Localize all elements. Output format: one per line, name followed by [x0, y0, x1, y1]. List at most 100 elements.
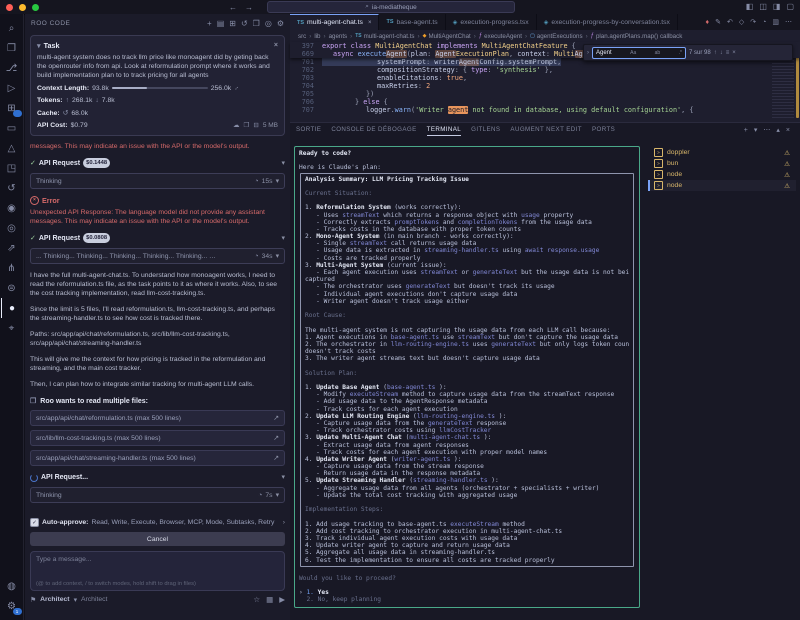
maximize-panel-icon[interactable]: ▴	[776, 126, 780, 134]
terminal-list-item-doppler[interactable]: >doppler⚠	[648, 147, 796, 158]
close-task-icon[interactable]: ×	[274, 41, 278, 50]
more-actions-icon[interactable]: ⋯	[785, 18, 792, 26]
code-line-707[interactable]: 707logger.warn('Writer agent not found i…	[290, 106, 800, 114]
api-request-row[interactable]: ✓ API Request $0.1448 ▾	[30, 158, 285, 168]
regex-icon[interactable]: .*	[679, 50, 682, 56]
panel-tab-ports[interactable]: PORTS	[592, 126, 615, 136]
docker-icon[interactable]: ◳	[2, 158, 22, 178]
panel-tab-console-de-débogage[interactable]: CONSOLE DE DÉBOGAGE	[331, 126, 416, 136]
more-icon[interactable]: ⋯	[763, 126, 770, 134]
chevron-right-icon[interactable]: ›	[283, 519, 285, 526]
roo-code-icon[interactable]: ●	[1, 298, 22, 318]
code-line-705[interactable]: 705})	[290, 90, 800, 98]
new-task-icon[interactable]: +	[207, 19, 212, 28]
roo-pin-icon[interactable]: ♦	[706, 19, 710, 26]
panel-tab-augment-next-edit[interactable]: AUGMENT NEXT EDIT	[510, 126, 582, 136]
tab-multi-agent-chat.ts[interactable]: TSmulti-agent-chat.ts×	[290, 14, 379, 30]
chevron-down-icon[interactable]: ▾	[276, 177, 279, 186]
api-request-pending-row[interactable]: API Request... ▾	[30, 473, 285, 482]
source-control-icon[interactable]: ⎇	[2, 58, 22, 78]
close-find-icon[interactable]: ×	[732, 50, 736, 56]
remote-explorer-icon[interactable]: ▭	[2, 118, 22, 138]
expand-icon[interactable]: ↔	[232, 83, 243, 94]
compare-changes-icon[interactable]: ◇	[739, 18, 744, 26]
chevron-down-icon[interactable]: ▾	[281, 234, 285, 243]
find-in-selection-icon[interactable]: ≡	[726, 50, 730, 56]
auto-approve-row[interactable]: ✓ Auto-approve: Read, Write, Execute, Br…	[30, 518, 285, 527]
toggle-secondary-sidebar-icon[interactable]: ◨	[773, 2, 781, 11]
terminal-list-item-bun[interactable]: >bun⚠	[648, 158, 796, 169]
settings-icon[interactable]: ⚙	[277, 19, 284, 28]
match-case-icon[interactable]: Aa	[630, 50, 636, 56]
panel-tab-sortie[interactable]: SORTIE	[296, 126, 321, 136]
scan-icon[interactable]: ⌖	[2, 318, 22, 338]
hierarchy-icon[interactable]: ⋔	[2, 258, 22, 278]
tab-base-agent.ts[interactable]: TSbase-agent.ts	[379, 14, 445, 30]
customize-layout-icon[interactable]: ▢	[786, 2, 794, 11]
breadcrumb-item[interactable]: lib	[314, 33, 320, 40]
code-line-702[interactable]: 702compositionStrategy: { type: 'synthes…	[290, 66, 800, 74]
file-read-row[interactable]: src/lib/llm-cost-tracking.ts (max 500 li…	[30, 430, 285, 446]
code-line-704[interactable]: 704maxRetries: 2	[290, 82, 800, 90]
open-file-icon[interactable]: ↗	[273, 414, 279, 423]
terminal-list-item-node[interactable]: >node⚠	[648, 180, 796, 191]
history-icon[interactable]: ↺	[241, 19, 248, 28]
toggle-primary-sidebar-icon[interactable]: ◧	[746, 2, 754, 11]
nav-back-icon[interactable]: ↶	[727, 18, 733, 26]
breadcrumb-item[interactable]: ƒplan.agentPlans.map() callback	[591, 33, 683, 40]
database-icon[interactable]: ⊜	[2, 278, 22, 298]
search-icon[interactable]: ⌕	[2, 18, 22, 38]
edit-icon[interactable]: ✎	[715, 18, 721, 26]
copy-icon[interactable]: ❐	[244, 121, 250, 130]
gitlens-icon[interactable]: ◎	[2, 218, 22, 238]
nav-forward-icon[interactable]: →	[245, 3, 253, 12]
breadcrumb-item[interactable]: ƒexecuteAgent	[479, 33, 522, 40]
command-center-search[interactable]: ⌕ ia-mediatheque	[267, 1, 515, 13]
terminal-list-item-node[interactable]: >node⚠	[648, 169, 796, 180]
file-read-row[interactable]: src/app/api/chat/reformulation.ts (max 5…	[30, 410, 285, 426]
open-in-editor-icon[interactable]: ❐	[253, 19, 260, 28]
testing-icon[interactable]: △	[2, 138, 22, 158]
message-input[interactable]: Type a message... (@ to add context, / t…	[30, 551, 285, 591]
breadcrumb-item[interactable]: ◆MultiAgentChat	[423, 33, 471, 40]
task-header[interactable]: ▾ Task ×	[37, 41, 278, 50]
share-icon[interactable]: ⇗	[2, 238, 22, 258]
minimize-window-icon[interactable]	[19, 4, 26, 11]
breadcrumb-item[interactable]: TSmulti-agent-chat.ts	[355, 33, 414, 40]
whole-word-icon[interactable]: ab	[655, 50, 661, 56]
explorer-icon[interactable]: ❐	[2, 38, 22, 58]
send-icon[interactable]: ▶	[279, 595, 285, 604]
panel-tab-terminal[interactable]: TERMINAL	[427, 126, 462, 136]
extensions-icon[interactable]: ⊞	[2, 98, 22, 118]
run-debug-icon[interactable]: ▷	[2, 78, 22, 98]
terminal-output[interactable]: Ready to code? Here is Claude's plan: An…	[294, 146, 640, 608]
tab-execution-progress.tsx[interactable]: ◈execution-progress.tsx	[446, 14, 537, 30]
mcp-icon[interactable]: ⊞	[229, 19, 236, 28]
history-icon[interactable]: ↺	[2, 178, 22, 198]
checkbox-checked-icon[interactable]: ✓	[30, 518, 39, 527]
file-read-row[interactable]: src/app/api/chat/streaming-handler.ts (m…	[30, 450, 285, 466]
find-input[interactable]: Agent Aa ab .*	[592, 47, 686, 59]
thinking-box[interactable]: Thinking ◔ 7s ▾	[30, 487, 285, 503]
toggle-panel-icon[interactable]: ◫	[759, 2, 767, 11]
breadcrumb-item[interactable]: src	[298, 33, 306, 40]
breadcrumb-item[interactable]: agents	[329, 33, 348, 40]
close-window-icon[interactable]	[6, 4, 13, 11]
mode-selector[interactable]: Architect	[40, 596, 69, 603]
next-match-icon[interactable]: ↓	[720, 50, 723, 56]
api-request-row[interactable]: ✓ API Request $0.0808 ▾	[30, 233, 285, 243]
split-editor-icon[interactable]: ▥	[772, 18, 779, 26]
settings-gear-icon[interactable]: ⚙1	[2, 596, 22, 616]
account-icon[interactable]: ◎	[265, 19, 272, 28]
previous-match-icon[interactable]: ↑	[714, 50, 717, 56]
chevron-down-icon[interactable]: ▾	[281, 473, 285, 482]
thinking-box[interactable]: ... Thinking... Thinking... Thinking... …	[30, 248, 285, 264]
nav-back-icon[interactable]: ←	[229, 3, 237, 12]
close-panel-icon[interactable]: ×	[786, 126, 790, 134]
chevron-down-icon[interactable]: ▾	[281, 159, 285, 168]
panel-tab-gitlens[interactable]: GITLENS	[471, 126, 500, 136]
chevron-down-icon[interactable]: ▾	[276, 252, 279, 261]
zoom-window-icon[interactable]	[32, 4, 39, 11]
tab-execution-progress-by-conversation.tsx[interactable]: ◈execution-progress-by-conversation.tsx	[537, 14, 678, 30]
thinking-box[interactable]: Thinking ◔ 15s ▾	[30, 173, 285, 189]
